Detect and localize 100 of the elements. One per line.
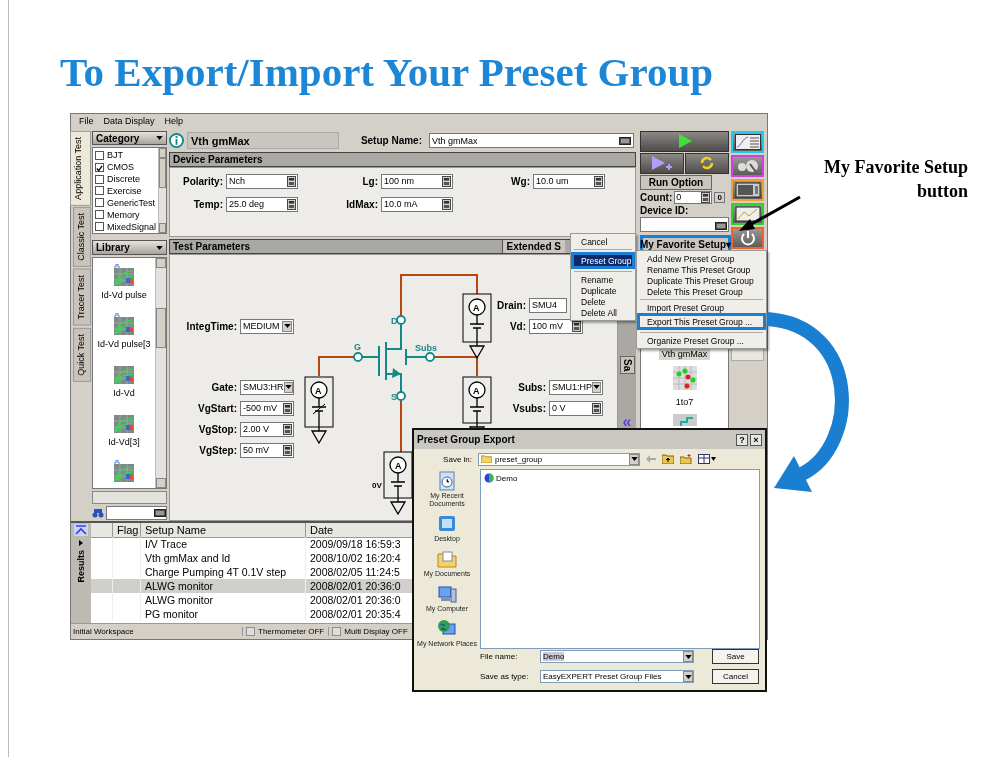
toolbar-button[interactable] <box>731 178 764 201</box>
dropdown[interactable]: MEDIUM <box>240 318 294 334</box>
table-cell[interactable]: ALWG monitor <box>141 592 306 607</box>
input-field[interactable]: 25.0 deg <box>226 196 298 212</box>
close-button[interactable]: × <box>750 433 762 446</box>
status-toggle[interactable]: Multi Display OFF <box>344 627 408 637</box>
binoculars-icon[interactable] <box>92 508 104 519</box>
library-item[interactable]: Id-Vd <box>113 388 135 399</box>
menu-item[interactable]: Preset Group <box>571 252 635 269</box>
view-menu-icon[interactable] <box>698 454 716 464</box>
menu-item[interactable]: Delete This Preset Group <box>637 286 766 297</box>
input-field[interactable]: Nch <box>226 173 298 189</box>
calculator-icon[interactable] <box>283 444 292 456</box>
preset-item[interactable]: 1to7 <box>672 395 697 408</box>
help-button[interactable]: ? <box>736 433 748 446</box>
dropdown[interactable]: SMU1:HP <box>549 379 603 395</box>
checkbox[interactable] <box>95 174 104 184</box>
side-tab[interactable]: Results <box>76 549 86 583</box>
search-field[interactable] <box>106 506 167 521</box>
input-field[interactable]: Vth gmMax <box>429 133 634 149</box>
library-dropdown[interactable]: Library <box>92 240 167 256</box>
menu-item[interactable]: Export This Preset Group ... <box>637 313 766 330</box>
repeat-button[interactable] <box>685 152 729 174</box>
expand-icon[interactable] <box>79 539 83 546</box>
dropdown-arrow-icon[interactable] <box>683 651 693 662</box>
input-field[interactable]: SMU4 <box>529 297 567 313</box>
save-button[interactable]: Save <box>712 649 759 664</box>
checkbox[interactable] <box>95 150 104 160</box>
category-dropdown[interactable]: Category <box>92 130 167 146</box>
input-field[interactable]: 2.00 V <box>240 421 294 437</box>
table-cell[interactable]: Vth gmMax and Id <box>141 550 306 565</box>
menu-item[interactable]: Data Display <box>103 115 155 126</box>
calculator-icon[interactable] <box>283 402 292 414</box>
table-cell[interactable]: PG monitor <box>141 606 306 621</box>
keyboard-icon[interactable] <box>154 509 166 518</box>
side-tab[interactable]: Quick Test <box>73 327 91 382</box>
append-run-button[interactable] <box>640 152 684 174</box>
calculator-icon[interactable] <box>287 175 296 187</box>
scrollbar[interactable] <box>155 258 166 488</box>
menu-item[interactable]: Add New Preset Group <box>637 253 766 264</box>
collapse-icon[interactable] <box>74 523 88 536</box>
menu-item[interactable]: File <box>79 115 94 126</box>
input-field[interactable]: 100 mV <box>529 318 583 334</box>
calculator-icon[interactable] <box>592 402 601 414</box>
checkbox[interactable] <box>95 186 104 196</box>
checkbox[interactable] <box>95 162 104 172</box>
input-field[interactable]: 50 mV <box>240 442 294 458</box>
calculator-icon[interactable] <box>287 198 296 210</box>
dropdown[interactable]: preset_group <box>478 452 640 466</box>
calculator-icon[interactable] <box>701 191 711 203</box>
input-field[interactable]: 100 nm <box>381 173 453 189</box>
extended-setup-tab[interactable]: Extended S <box>501 239 565 253</box>
input-field[interactable]: 0 <box>674 190 713 204</box>
side-tab[interactable]: Sa <box>619 355 635 374</box>
run-button[interactable] <box>640 130 729 152</box>
calculator-icon[interactable] <box>572 320 581 332</box>
column-header[interactable]: Setup Name <box>141 522 306 538</box>
toolbar-button[interactable] <box>731 202 764 225</box>
input-field[interactable] <box>640 216 729 232</box>
checkbox[interactable] <box>95 222 104 231</box>
status-toggle[interactable]: Thermometer OFF <box>258 627 325 637</box>
table-cell[interactable]: Charge Pumping 4T 0.1V step <box>141 564 306 579</box>
run-option-button[interactable]: Run Option <box>640 174 712 190</box>
up-folder-icon[interactable] <box>662 454 674 464</box>
menu-item[interactable]: Rename This Preset Group <box>637 264 766 275</box>
toolbar-button[interactable] <box>731 130 764 153</box>
keyboard-icon[interactable] <box>715 221 727 230</box>
dropdown[interactable]: EasyEXPERT Preset Group Files <box>540 670 694 683</box>
side-tab[interactable]: Application Test <box>70 130 91 206</box>
menu-item[interactable]: Import Preset Group <box>637 302 766 313</box>
menu-item[interactable]: Delete <box>571 296 635 307</box>
table-cell[interactable]: I/V Trace <box>141 536 306 551</box>
toolbar-button[interactable] <box>731 226 764 249</box>
reset-button[interactable]: 0 <box>714 191 726 203</box>
library-item[interactable]: Id-Vd pulse[3 <box>97 339 151 350</box>
menu-item[interactable]: Delete All <box>571 307 635 318</box>
menu-item[interactable]: Rename <box>571 274 635 285</box>
scrollbar[interactable] <box>158 148 166 234</box>
menu-item[interactable]: Help <box>164 115 184 126</box>
new-folder-icon[interactable] <box>680 454 692 464</box>
menu-item[interactable]: Organize Preset Group ... <box>637 335 766 346</box>
cancel-button[interactable]: Cancel <box>712 669 759 684</box>
table-cell[interactable] <box>91 578 113 593</box>
input-field[interactable]: 0 V <box>549 400 603 416</box>
checkbox[interactable] <box>95 198 104 208</box>
calculator-icon[interactable] <box>283 423 292 435</box>
side-tab[interactable]: Classic Test <box>73 207 91 268</box>
input-field[interactable]: Demo <box>540 650 694 663</box>
checkbox[interactable] <box>95 210 104 220</box>
library-item[interactable]: Id-Vd[3] <box>108 437 140 448</box>
list-entry[interactable]: Demo <box>496 473 518 483</box>
column-header[interactable]: Flag <box>113 522 141 538</box>
library-item[interactable]: Id-Vd pulse <box>101 290 147 301</box>
menu-item[interactable]: Cancel <box>571 236 635 247</box>
table-cell[interactable]: ALWG monitor <box>141 578 306 593</box>
menu-item[interactable]: Duplicate This Preset Group <box>637 275 766 286</box>
info-icon[interactable] <box>169 133 184 149</box>
table-cell[interactable] <box>113 578 141 593</box>
input-field[interactable]: 10.0 mA <box>381 196 453 212</box>
calculator-icon[interactable] <box>442 198 451 210</box>
